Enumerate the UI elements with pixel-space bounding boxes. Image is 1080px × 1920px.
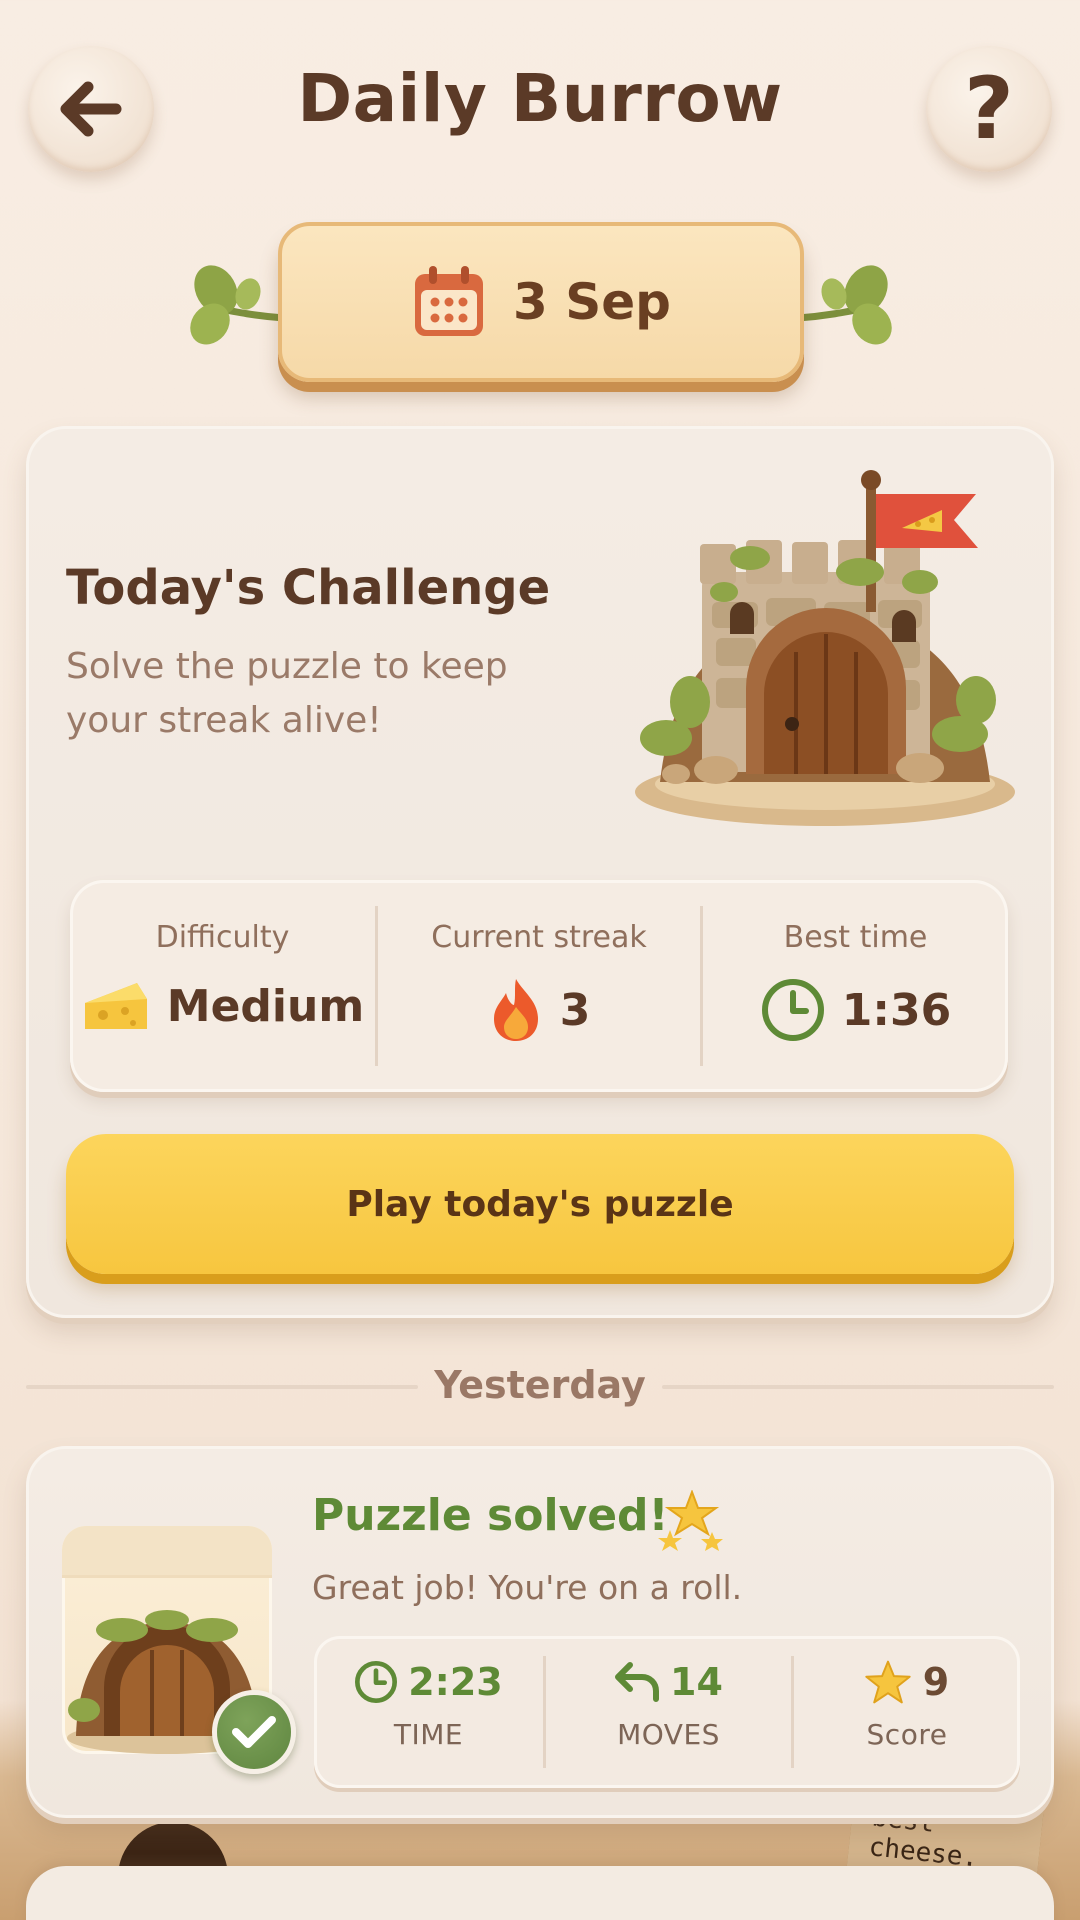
cheese-icon	[84, 983, 147, 1029]
puzzle-solved-text: Puzzle solved!	[312, 1490, 669, 1541]
castle-burrow-illustration	[635, 470, 1015, 826]
flame-icon	[493, 979, 538, 1041]
moves-value: 14	[670, 1660, 723, 1704]
challenge-title: Today's Challenge	[66, 560, 551, 616]
leaf-sprig-right-icon	[796, 265, 892, 345]
challenge-subtitle: Solve the puzzle to keep your streak ali…	[66, 646, 508, 741]
time-label: TIME	[393, 1718, 464, 1751]
yesterday-time-stat: 2:23 TIME	[314, 1660, 543, 1751]
undo-arrow-icon	[615, 1662, 660, 1702]
next-card-peek	[26, 1866, 1054, 1920]
difficulty-label: Difficulty	[155, 920, 290, 955]
sparkle-stars-icon	[658, 1490, 723, 1551]
clock-icon	[355, 1661, 398, 1703]
page-title: Daily Burrow	[297, 60, 783, 137]
puzzle-solved-subtitle: Great job! You're on a roll.	[312, 1568, 743, 1607]
help-icon: ?	[964, 59, 1014, 159]
checkmark-icon	[232, 1716, 276, 1748]
time-value: 2:23	[408, 1660, 503, 1704]
calendar-icon	[415, 266, 484, 336]
streak-stat: Current streak 3	[378, 920, 700, 1043]
yesterday-section-label: Yesterday	[434, 1363, 646, 1407]
star-icon	[865, 1660, 911, 1704]
difficulty-stat: Difficulty Medium	[70, 920, 375, 1035]
leaf-sprig-left-icon	[190, 265, 286, 345]
date-label: 3 Sep	[513, 273, 671, 331]
solved-check-badge	[212, 1690, 296, 1774]
help-button[interactable]: ?	[926, 46, 1052, 172]
streak-value: 3	[559, 984, 591, 1036]
score-value: 9	[922, 1660, 950, 1704]
moves-label: MOVES	[617, 1718, 720, 1751]
streak-label: Current streak	[431, 920, 647, 955]
clock-icon	[761, 979, 824, 1041]
difficulty-value: Medium	[166, 980, 365, 1032]
play-todays-puzzle-button[interactable]: Play today's puzzle	[66, 1134, 1014, 1274]
score-label: Score	[866, 1718, 948, 1751]
yesterday-moves-stat: 14 MOVES	[546, 1660, 791, 1751]
date-plaque: 3 Sep	[278, 222, 804, 382]
best-time-value: 1:36	[841, 984, 952, 1036]
puzzle-solved-title: Puzzle solved!	[312, 1490, 669, 1541]
best-time-stat: Best time 1:36	[703, 920, 1008, 1043]
yesterday-score-stat: 9 Score	[794, 1660, 1020, 1751]
best-time-label: Best time	[783, 920, 928, 955]
